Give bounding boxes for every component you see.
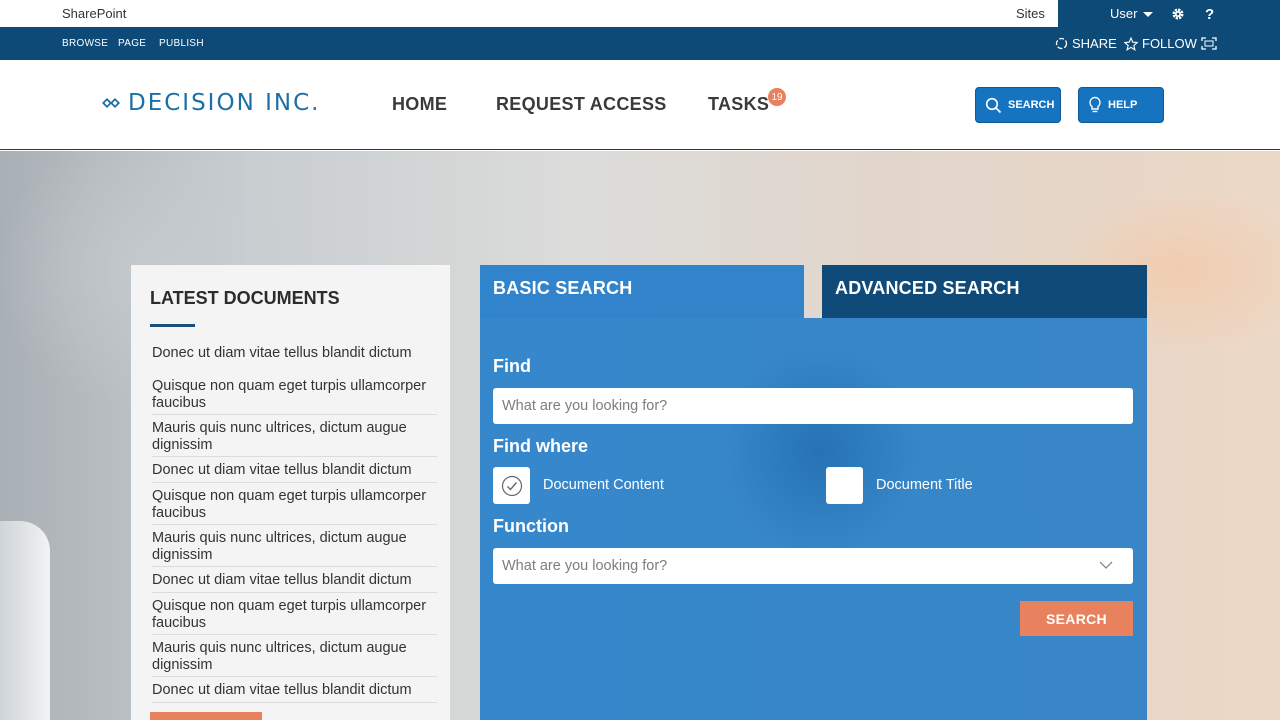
search-submit-button[interactable]: SEARCH <box>1020 601 1133 636</box>
find-label: Find <box>493 356 531 376</box>
document-list-item[interactable]: Mauris quis nunc ultrices, dictum augue … <box>152 635 437 677</box>
find-input[interactable]: What are you looking for? <box>493 388 1133 424</box>
suite-bar: SharePoint Sites User ? <box>0 0 1280 27</box>
function-label: Function <box>493 516 569 536</box>
site-logo[interactable]: DECISION INC. <box>100 90 320 116</box>
view-more-button[interactable] <box>150 712 262 720</box>
header-help-label: HELP <box>1108 99 1138 111</box>
nav-tasks[interactable]: TASKS <box>708 94 769 115</box>
ribbon-tab-browse[interactable]: BROWSE <box>62 38 108 49</box>
basic-search-panel <box>480 318 1147 720</box>
sites-link[interactable]: Sites <box>1016 6 1045 21</box>
document-list-item[interactable]: Mauris quis nunc ultrices, dictum augue … <box>152 525 437 567</box>
latest-documents-panel: LATEST DOCUMENTS Donec ut diam vitae tel… <box>131 265 450 720</box>
user-name: User <box>1110 6 1138 21</box>
focus-icon[interactable] <box>1201 37 1217 50</box>
tab-basic-search-label: BASIC SEARCH <box>493 278 633 298</box>
document-list-item[interactable]: Quisque non quam eget turpis ullamcorper… <box>152 373 437 415</box>
tab-advanced-search[interactable]: ADVANCED SEARCH <box>822 265 1147 318</box>
latest-documents-title: LATEST DOCUMENTS <box>150 288 340 308</box>
chevron-down-icon <box>1099 561 1113 569</box>
star-icon <box>1124 36 1138 51</box>
function-select-value: What are you looking for? <box>502 558 668 574</box>
share-button[interactable]: SHARE <box>1055 36 1117 51</box>
help-icon[interactable]: ? <box>1205 6 1214 23</box>
follow-label: FOLLOW <box>1142 36 1197 51</box>
document-list-item[interactable]: Donec ut diam vitae tellus blandit dictu… <box>152 457 437 483</box>
title-underline <box>150 324 195 327</box>
hero-foreground-shape <box>0 521 50 720</box>
ribbon: BROWSE PAGE PUBLISH SHARE FOLLOW <box>0 27 1280 60</box>
document-list-item[interactable]: Quisque non quam eget turpis ullamcorper… <box>152 593 437 635</box>
document-list-item[interactable]: Donec ut diam vitae tellus blandit dictu… <box>152 345 437 373</box>
find-where-label: Find where <box>493 436 589 456</box>
nav-request-access[interactable]: REQUEST ACCESS <box>496 94 667 115</box>
nav-home[interactable]: HOME <box>392 94 447 115</box>
document-content-checkbox[interactable] <box>493 467 530 504</box>
header-search-label: SEARCH <box>1008 99 1055 111</box>
document-list: Donec ut diam vitae tellus blandit dictu… <box>152 345 437 703</box>
document-list-item[interactable]: Quisque non quam eget turpis ullamcorper… <box>152 483 437 525</box>
document-list-item[interactable]: Donec ut diam vitae tellus blandit dictu… <box>152 567 437 593</box>
tab-advanced-search-label: ADVANCED SEARCH <box>835 278 1020 298</box>
chevron-down-icon <box>1143 12 1154 18</box>
share-icon <box>1055 37 1068 50</box>
sharepoint-link[interactable]: SharePoint <box>62 6 126 21</box>
logo-mark-icon <box>102 98 120 108</box>
document-list-item[interactable]: Donec ut diam vitae tellus blandit dictu… <box>152 677 437 703</box>
gear-icon[interactable] <box>1171 7 1185 26</box>
function-select[interactable]: What are you looking for? <box>493 548 1133 584</box>
check-circle-icon <box>501 475 522 496</box>
search-icon <box>985 97 1002 113</box>
tasks-count-badge: 19 <box>768 88 786 106</box>
follow-button[interactable]: FOLLOW <box>1124 36 1217 51</box>
user-menu[interactable]: User <box>1110 6 1154 21</box>
header-help-button[interactable]: HELP <box>1078 87 1164 123</box>
document-list-item[interactable]: Mauris quis nunc ultrices, dictum augue … <box>152 415 437 457</box>
logo-text: DECISION INC. <box>128 90 321 116</box>
document-content-label: Document Content <box>543 477 664 493</box>
ribbon-tab-publish[interactable]: PUBLISH <box>159 38 204 49</box>
header-search-button[interactable]: SEARCH <box>975 87 1061 123</box>
ribbon-tab-page[interactable]: PAGE <box>118 38 146 49</box>
tab-basic-search[interactable]: BASIC SEARCH <box>480 265 804 318</box>
document-title-checkbox[interactable] <box>826 467 863 504</box>
document-title-label: Document Title <box>876 477 973 493</box>
share-label: SHARE <box>1072 36 1117 51</box>
lightbulb-icon <box>1089 96 1101 113</box>
site-header: DECISION INC. HOME REQUEST ACCESS TASKS … <box>0 60 1280 150</box>
user-area <box>1058 0 1280 27</box>
